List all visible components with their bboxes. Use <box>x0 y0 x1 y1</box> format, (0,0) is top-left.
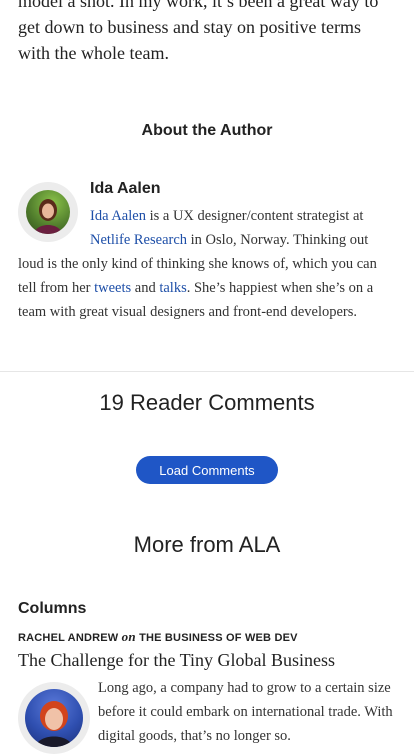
columnist-photo <box>25 689 83 747</box>
article-byline: Rachel Andrew on The Business of Web Dev <box>18 629 408 645</box>
related-article-title: The Challenge for the Tiny Global Busine… <box>18 650 408 671</box>
talks-link[interactable]: talks <box>159 280 186 296</box>
section-divider <box>0 371 414 372</box>
section-label-columns: Columns <box>18 600 87 617</box>
byline-on: on <box>121 629 136 644</box>
columnist-avatar <box>18 682 90 754</box>
tweets-link[interactable]: tweets <box>94 280 131 296</box>
more-from-ala-heading: More from ALA <box>133 532 281 557</box>
author-bio: Ida Aalen is a UX designer/content strat… <box>18 204 396 324</box>
bio-text: and <box>131 280 160 296</box>
related-article-link[interactable]: The Challenge for the Tiny Global Busine… <box>18 650 335 670</box>
author-name-link[interactable]: Ida Aalen <box>90 208 146 224</box>
load-comments-button[interactable]: Load Comments <box>136 456 278 484</box>
article-closing-paragraph: model a shot. In my work, it’s been a gr… <box>18 0 379 63</box>
company-link[interactable]: Netlife Research <box>90 232 187 248</box>
comments-count-heading: 19 Reader Comments <box>99 390 315 415</box>
about-author-heading: About the Author <box>141 122 273 139</box>
related-article-excerpt: Long ago, a company had to grow to a cer… <box>98 680 393 744</box>
columnist-portrait-icon <box>35 701 73 747</box>
byline-column[interactable]: The Business of Web Dev <box>139 632 298 644</box>
author-name: Ida Aalen <box>90 180 161 197</box>
bio-text: is a UX designer/content strategist at <box>145 208 364 224</box>
byline-author[interactable]: Rachel Andrew <box>18 632 118 644</box>
